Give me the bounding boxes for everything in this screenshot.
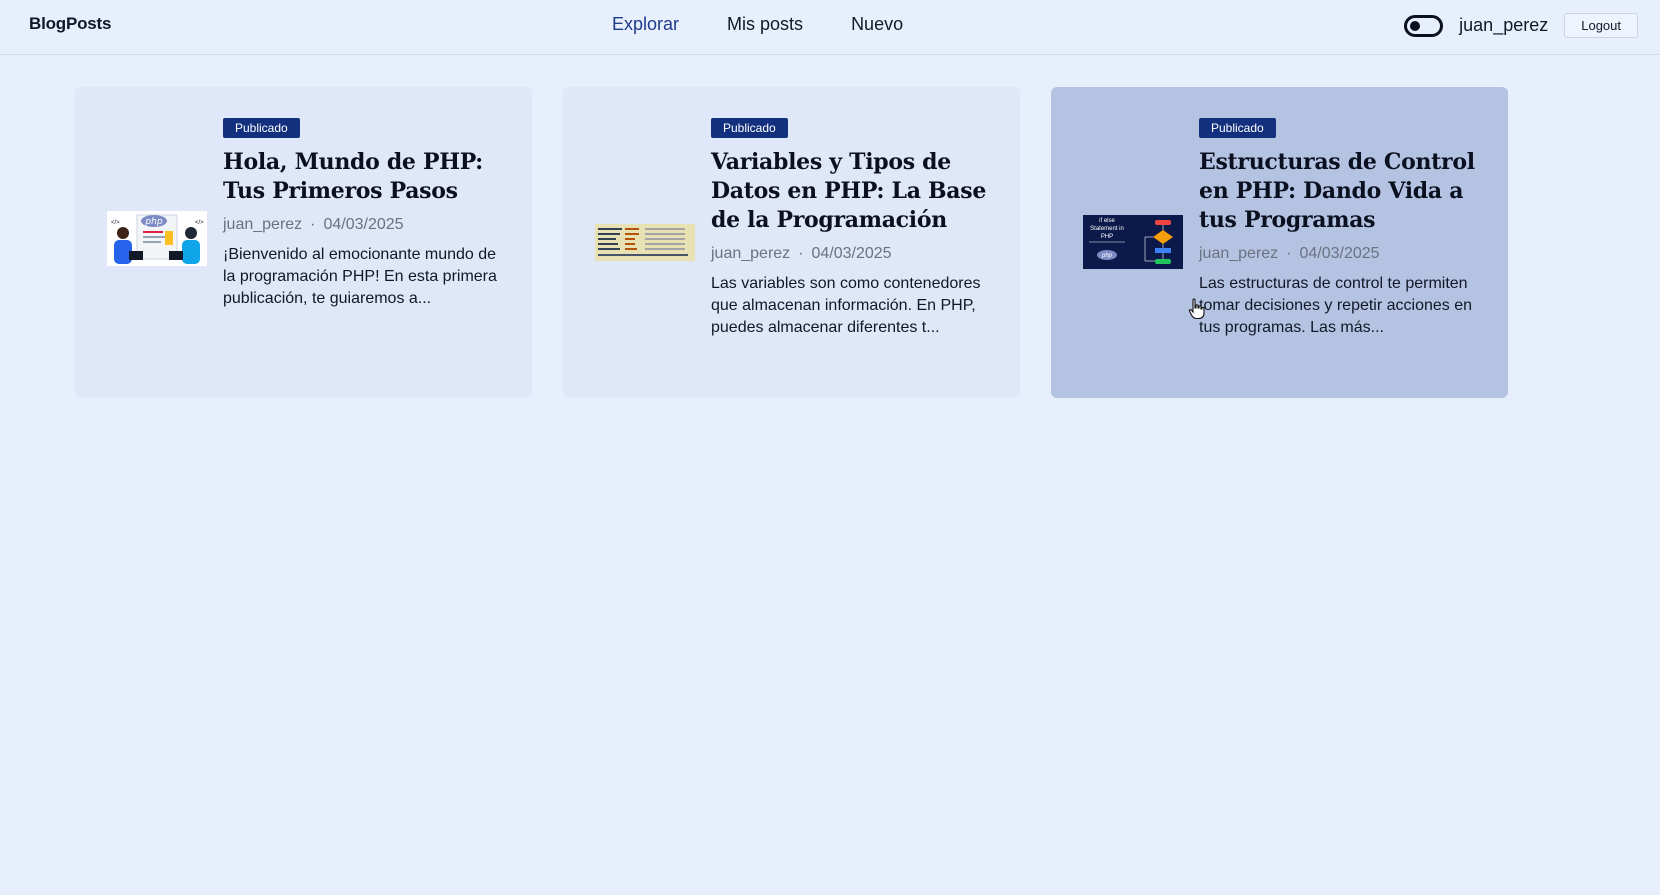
php-flowchart-icon: if else Statement in PHP php [1083, 215, 1183, 269]
post-author: juan_perez [711, 245, 791, 262]
toggle-knob-icon [1410, 20, 1421, 31]
theme-toggle[interactable] [1404, 14, 1444, 37]
hand-cursor-icon [1188, 298, 1206, 325]
nav-nuevo[interactable]: Nuevo [851, 14, 903, 35]
post-excerpt: Las variables son como contenedores que … [711, 275, 981, 336]
username-label: juan_perez [1459, 15, 1549, 35]
post-card[interactable]: if else Statement in PHP php Publicado E… [1051, 87, 1508, 398]
meta-separator: · [798, 245, 804, 262]
post-card[interactable]: Publicado Variables y Tipos de Datos en … [563, 87, 1020, 398]
post-date: 04/03/2025 [1299, 245, 1380, 262]
php-developers-illustration-icon: php </> </> [107, 211, 207, 266]
post-date: 04/03/2025 [811, 245, 892, 262]
post-meta: juan_perez · 04/03/2025 [223, 216, 503, 234]
meta-separator: · [1286, 245, 1292, 262]
post-excerpt: ¡Bienvenido al emocionante mundo de la p… [223, 246, 497, 307]
brand-logo[interactable]: BlogPosts [29, 14, 111, 34]
svg-text:</>: </> [111, 220, 120, 226]
svg-text:if else: if else [1099, 218, 1115, 224]
post-content: Publicado Hola, Mundo de PHP: Tus Primer… [223, 118, 503, 310]
post-title[interactable]: Hola, Mundo de PHP: Tus Primeros Pasos [223, 148, 503, 206]
post-date: 04/03/2025 [323, 216, 404, 233]
posts-grid: php </> </> Publicado Hola, Mundo de PHP… [75, 87, 1508, 398]
post-content: Publicado Estructuras de Control en PHP:… [1199, 118, 1479, 339]
post-author: juan_perez [223, 216, 303, 233]
status-badge: Publicado [1199, 118, 1276, 138]
meta-separator: · [310, 216, 316, 233]
logout-button[interactable]: Logout [1564, 13, 1638, 38]
svg-text:PHP: PHP [1101, 234, 1113, 240]
svg-text:php: php [144, 217, 162, 227]
nav-explorar[interactable]: Explorar [612, 14, 679, 35]
post-title[interactable]: Variables y Tipos de Datos en PHP: La Ba… [711, 148, 991, 235]
post-title[interactable]: Estructuras de Control en PHP: Dando Vid… [1199, 148, 1479, 235]
post-thumbnail: php </> </> [107, 211, 207, 266]
post-thumbnail [595, 224, 695, 261]
top-navbar: BlogPosts Explorar Mis posts Nuevo juan_… [0, 0, 1660, 55]
php-code-snippet-icon [595, 224, 695, 261]
status-badge: Publicado [223, 118, 300, 138]
post-card[interactable]: php </> </> Publicado Hola, Mundo de PHP… [75, 87, 532, 398]
post-thumbnail: if else Statement in PHP php [1083, 215, 1183, 269]
user-area: juan_perez Logout [1404, 13, 1638, 38]
post-meta: juan_perez · 04/03/2025 [711, 245, 991, 263]
post-meta: juan_perez · 04/03/2025 [1199, 245, 1479, 263]
nav-mis-posts[interactable]: Mis posts [727, 14, 803, 35]
status-badge: Publicado [711, 118, 788, 138]
svg-text:Statement in: Statement in [1090, 226, 1124, 232]
post-content: Publicado Variables y Tipos de Datos en … [711, 118, 991, 339]
main-nav: Explorar Mis posts Nuevo [612, 14, 903, 35]
post-excerpt: Las estructuras de control te permiten t… [1199, 275, 1473, 336]
post-author: juan_perez [1199, 245, 1279, 262]
svg-text:php: php [1101, 253, 1113, 259]
svg-text:</>: </> [195, 220, 204, 226]
